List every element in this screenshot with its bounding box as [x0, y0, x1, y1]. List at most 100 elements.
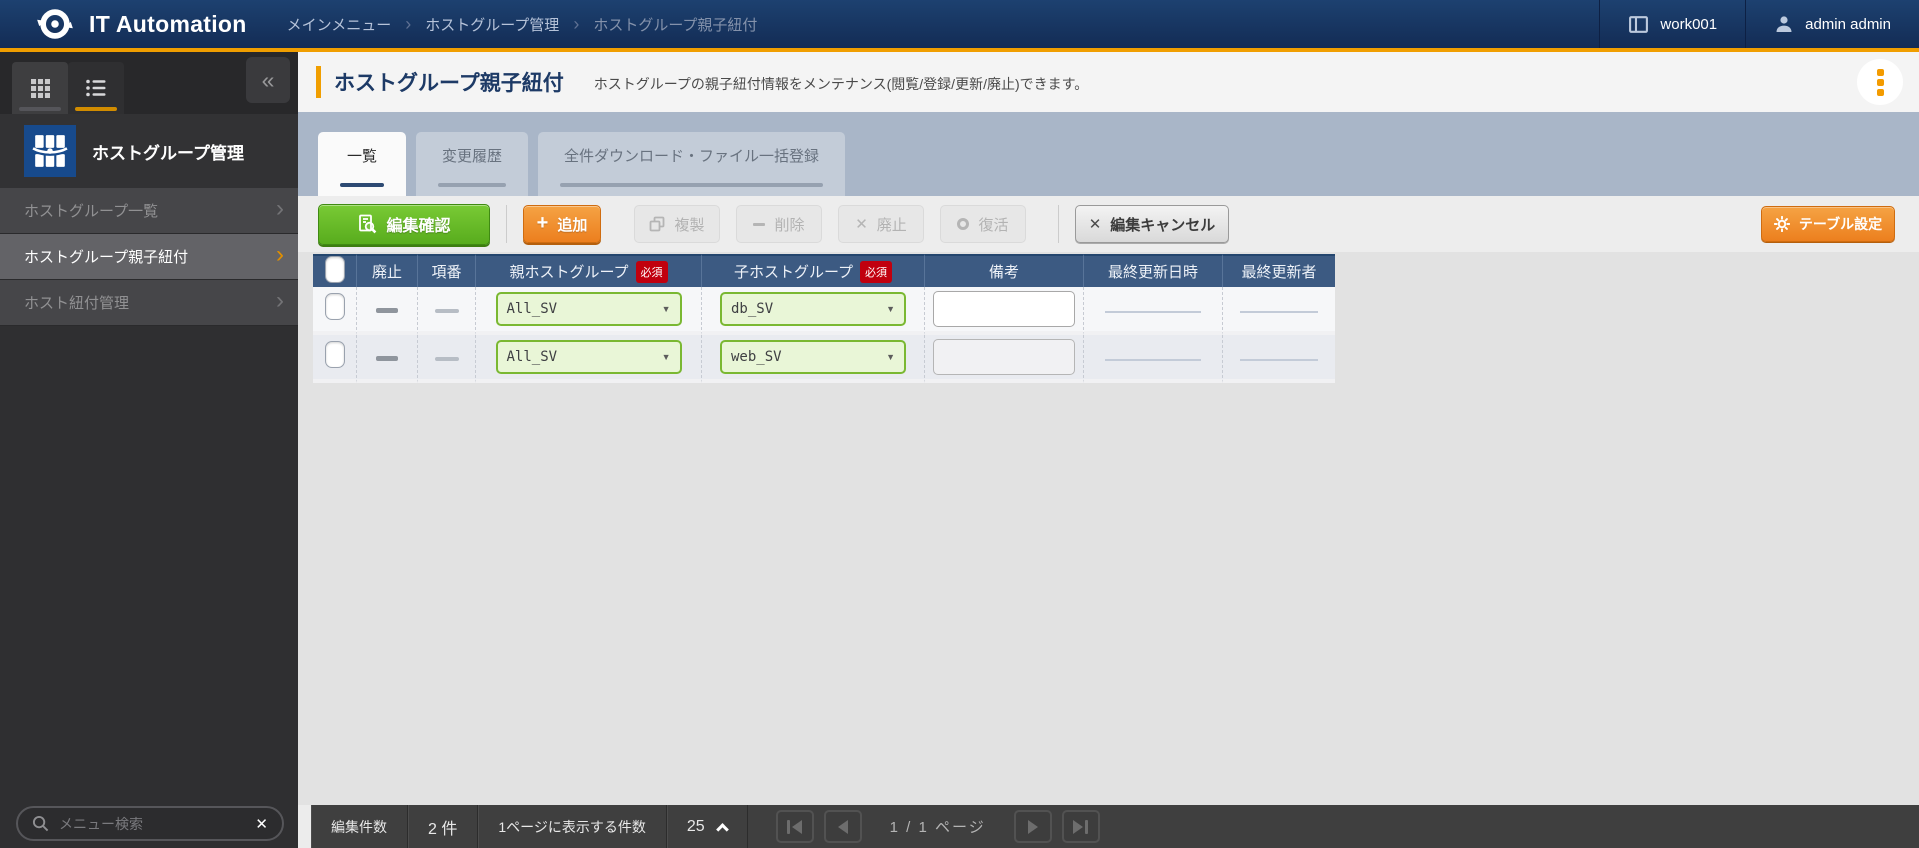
sidebar-item-host-link-management[interactable]: ホスト紐付管理 › [0, 280, 298, 326]
chevron-up-icon [715, 822, 729, 836]
sidebar: « ホストグループ管理 ホストグループ一覧 › ホストグループ親子紐付 › ホス… [0, 52, 298, 848]
note-input[interactable] [933, 291, 1075, 327]
first-page-button[interactable] [775, 810, 814, 843]
toolbar-divider [506, 205, 507, 243]
edit-count-value: 2 件 [408, 805, 479, 848]
dropdown-arrow-icon: ▼ [661, 352, 671, 362]
tab-change-history[interactable]: 変更履歴 [416, 132, 529, 196]
row-checkbox[interactable] [324, 341, 345, 368]
prev-page-button[interactable] [823, 810, 862, 843]
dropdown-arrow-icon: ▼ [886, 352, 895, 362]
updated-placeholder [1105, 359, 1201, 361]
child-hostgroup-select[interactable]: web_SV ▼ [720, 340, 906, 374]
kebab-menu-icon[interactable] [1857, 59, 1903, 105]
breadcrumb-separator-icon: › [405, 14, 412, 34]
child-hostgroup-value: web_SV [731, 349, 782, 365]
copy-icon [649, 216, 665, 232]
table-area: 廃止 項番 親ホストグループ 必須 子ホストグループ 必須 備考 最終更新日時 最終更新者 Al… [298, 252, 1919, 805]
row-checkbox[interactable] [324, 293, 345, 320]
user-icon [1774, 14, 1794, 34]
table-row: All_SV ▼ db_SV ▼ [313, 287, 1335, 335]
order-placeholder [434, 309, 459, 313]
per-page-label: 1ページに表示する件数 [478, 805, 667, 848]
app-logo-icon [34, 3, 76, 45]
sidebar-item-hostgroup-parent-child[interactable]: ホストグループ親子紐付 › [0, 234, 298, 280]
tab-label: 一覧 [346, 148, 377, 165]
app-brand: IT Automation [0, 3, 247, 45]
sidebar-item-label: ホストグループ親子紐付 [24, 249, 189, 266]
sidebar-view-tabs: « [0, 52, 298, 114]
tab-underline [560, 183, 824, 187]
tab-list[interactable]: 一覧 [318, 132, 406, 196]
user-menu[interactable]: admin admin [1745, 0, 1919, 48]
note-input[interactable] [933, 339, 1075, 375]
chevron-right-icon: › [276, 287, 284, 314]
x-icon: ✕ [855, 215, 868, 233]
breadcrumb-item[interactable]: メインメニュー [287, 14, 392, 35]
content-tab-strip: 一覧 変更履歴 全件ダウンロード・ファイル一括登録 [298, 112, 1919, 196]
tab-bulk-download[interactable]: 全件ダウンロード・ファイル一括登録 [538, 132, 846, 196]
select-all-checkbox[interactable] [324, 256, 345, 283]
sidebar-collapse-button[interactable]: « [246, 57, 290, 103]
parent-hostgroup-value: All_SV [506, 349, 558, 365]
list-view-tab[interactable] [68, 62, 124, 114]
top-header: IT Automation メインメニュー › ホストグループ管理 › ホストグループ親… [0, 0, 1919, 52]
discard-button[interactable]: ✕ 廃止 [838, 205, 924, 243]
column-header: 最終更新者 [1223, 254, 1335, 287]
header-right: work001 admin admin [1599, 0, 1919, 48]
page-title-bar: ホストグループ親子紐付 ホストグループの親子紐付情報をメンテナンス(閲覧/登録/… [298, 52, 1919, 112]
per-page-select[interactable]: 25 [667, 805, 748, 848]
sidebar-group-header: ホストグループ管理 [0, 114, 298, 188]
minus-icon [753, 222, 766, 226]
circle-icon [957, 218, 970, 230]
edit-confirm-button[interactable]: 編集確認 [318, 203, 490, 245]
search-icon [32, 815, 49, 832]
toolbar: 編集確認 + 追加 複製 削除 ✕ 廃止 復活 ✕ 編集キャンセル テーブル設定 [298, 196, 1919, 252]
grid-icon [30, 78, 50, 98]
menu-search-box: ✕ [16, 806, 284, 841]
column-header: 最終更新日時 [1084, 254, 1223, 287]
child-hostgroup-value: db_SV [731, 301, 774, 317]
tab-label: 全件ダウンロード・ファイル一括登録 [564, 148, 820, 165]
column-header: 項番 [418, 254, 476, 287]
required-badge: 必須 [635, 260, 668, 283]
duplicate-button[interactable]: 複製 [634, 205, 720, 243]
tab-underline [438, 183, 507, 187]
parent-hostgroup-select[interactable]: All_SV ▼ [495, 340, 682, 374]
parent-hostgroup-select[interactable]: All_SV ▼ [495, 292, 682, 326]
grid-view-tab[interactable] [12, 62, 68, 114]
workspace-switcher[interactable]: work001 [1599, 0, 1745, 48]
sidebar-group-title: ホストグループ管理 [92, 143, 244, 163]
user-name: admin admin [1805, 15, 1891, 33]
chevron-right-icon: › [276, 195, 284, 222]
dropdown-arrow-icon: ▼ [661, 304, 671, 314]
hostgroup-menu-icon [24, 125, 76, 177]
tab-underline [19, 107, 61, 111]
last-page-button[interactable] [1061, 810, 1100, 843]
child-hostgroup-select[interactable]: db_SV ▼ [720, 292, 906, 326]
restore-button[interactable]: 復活 [940, 205, 1026, 243]
page-info: 1 / 1 ページ [889, 819, 986, 836]
updater-placeholder [1240, 311, 1318, 313]
sidebar-item-hostgroup-list[interactable]: ホストグループ一覧 › [0, 188, 298, 234]
breadcrumb-item[interactable]: ホストグループ管理 [425, 14, 559, 35]
sidebar-item-label: ホスト紐付管理 [24, 295, 130, 312]
list-icon [86, 79, 106, 97]
status-bar: 編集件数 2 件 1ページに表示する件数 25 1 / 1 ページ [311, 805, 1919, 848]
chevron-right-icon: › [276, 241, 284, 268]
menu-search-input[interactable] [59, 815, 246, 832]
delete-button[interactable]: 削除 [736, 205, 822, 243]
title-accent-bar [316, 66, 321, 98]
next-page-button[interactable] [1013, 810, 1052, 843]
table-settings-button[interactable]: テーブル設定 [1761, 206, 1895, 242]
edit-cancel-button[interactable]: ✕ 編集キャンセル [1075, 205, 1229, 243]
clear-search-icon[interactable]: ✕ [255, 815, 268, 833]
page-title: ホストグループ親子紐付 [334, 72, 564, 95]
add-button[interactable]: + 追加 [523, 205, 601, 243]
updater-placeholder [1240, 359, 1318, 361]
confirm-magnifier-icon [357, 214, 377, 234]
toolbar-divider [1058, 205, 1059, 243]
table-row: All_SV ▼ web_SV ▼ [313, 335, 1335, 383]
edit-count-label: 編集件数 [311, 805, 408, 848]
tab-underline [340, 183, 384, 187]
